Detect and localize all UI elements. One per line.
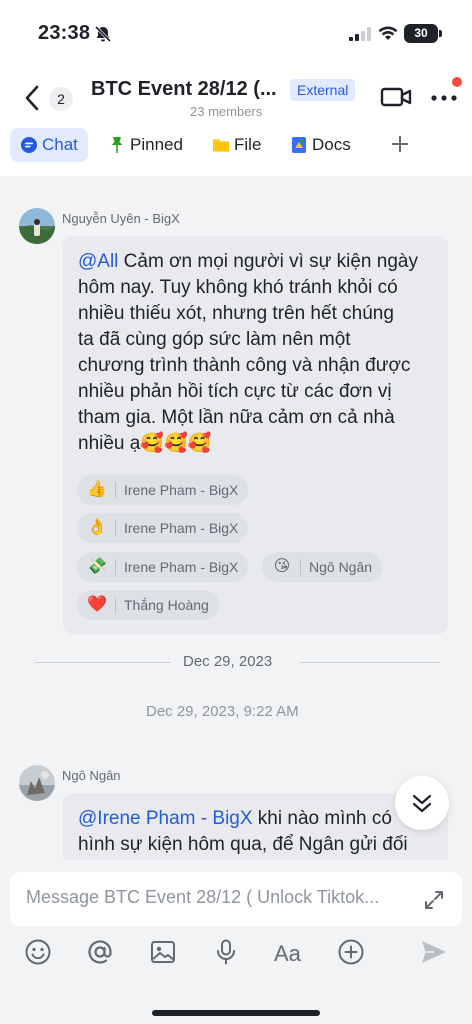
composer: Message BTC Event 28/12 ( Unlock Tiktok.…: [0, 860, 472, 1024]
avatar-photo-icon: [19, 208, 55, 244]
member-count[interactable]: 23 members: [190, 104, 262, 119]
more-options-icon[interactable]: [430, 88, 458, 108]
kiss-face-icon: 😘: [273, 558, 291, 575]
ok-hand-icon: 👌: [87, 519, 107, 536]
date-divider: Dec 29, 2023: [183, 653, 273, 670]
docs-icon: [292, 137, 306, 153]
scroll-to-bottom-button[interactable]: [395, 776, 449, 830]
avatar[interactable]: [19, 208, 55, 244]
tab-docs[interactable]: Docs: [290, 128, 351, 162]
tab-pinned[interactable]: Pinned: [108, 128, 183, 162]
expand-icon[interactable]: [422, 888, 446, 912]
message-line: hình sự kiện hôm qua, để Ngân gửi đối: [78, 834, 408, 855]
image-icon[interactable]: [149, 938, 177, 966]
message-text: @All Cảm ơn mọi người vì sự kiện ngày hô…: [78, 249, 440, 457]
battery-tip: [439, 30, 442, 37]
reaction-user: Thắng Hoàng: [124, 597, 209, 613]
message-line: nhiều phản hồi tích cực từ các đơn vị: [78, 381, 392, 402]
message-line: nhiều ạ🥰🥰🥰: [78, 433, 212, 454]
chat-title[interactable]: BTC Event 28/12 (...: [91, 78, 277, 101]
tab-file[interactable]: File: [212, 128, 261, 162]
status-bar: 23:38 30: [0, 0, 472, 64]
double-chevron-down-icon: [412, 794, 432, 813]
tab-docs-label: Docs: [312, 135, 351, 154]
reaction-chip[interactable]: 👌 Irene Pham - BigX: [77, 513, 249, 543]
date-divider-line: [300, 662, 440, 663]
svg-text:Aa: Aa: [274, 941, 302, 966]
chat-bubble-icon: [21, 137, 37, 153]
tab-chat-label: Chat: [42, 135, 78, 154]
message-line: nhiều thiếu xót, nhưng trên hết chúng: [78, 303, 394, 324]
message-timestamp: Dec 29, 2023, 9:22 AM: [146, 703, 299, 720]
battery-indicator: 30: [404, 24, 438, 43]
avatar-photo-icon: [19, 765, 55, 801]
reaction-user: Irene Pham - BigX: [124, 520, 239, 536]
tab-chat[interactable]: Chat: [10, 128, 88, 162]
video-call-icon[interactable]: [380, 85, 412, 109]
thumbs-up-icon: 👍: [87, 481, 107, 498]
message-line: khi nào mình có: [252, 808, 392, 829]
send-icon[interactable]: [420, 938, 448, 966]
reaction-user: Irene Pham - BigX: [124, 559, 239, 575]
notification-dot: [452, 77, 462, 87]
status-time: 23:38: [38, 22, 91, 44]
plus-icon[interactable]: [337, 938, 365, 966]
mention-all[interactable]: @All: [78, 251, 118, 272]
message-text: @Irene Pham - BigX khi nào mình có hình …: [78, 806, 440, 858]
reaction-chip[interactable]: 💸 Irene Pham - BigX: [77, 552, 249, 582]
sender-name: Ngô Ngân: [62, 768, 121, 783]
text-format-icon[interactable]: Aa: [274, 938, 306, 966]
back-chevron-icon[interactable]: [22, 84, 42, 112]
reaction-separator: [115, 520, 116, 536]
tab-pinned-label: Pinned: [130, 135, 183, 154]
tab-file-label: File: [234, 135, 262, 154]
chat-tabs: Chat Pinned File Docs: [0, 128, 472, 164]
reaction-user: Ngô Ngân: [309, 559, 373, 575]
wifi-icon: [378, 26, 398, 40]
message-line: tham gia. Một lần nữa cảm ơn cả nhà: [78, 407, 395, 428]
reaction-separator: [115, 559, 116, 575]
reaction-separator: [115, 597, 116, 613]
mic-icon[interactable]: [212, 938, 240, 966]
top-bar: 23:38 30 2 BTC Event 28/12 (... External…: [0, 0, 472, 176]
reaction-separator: [300, 559, 301, 575]
heart-icon: ❤️: [87, 596, 107, 613]
home-indicator: [152, 1010, 320, 1016]
message-input[interactable]: Message BTC Event 28/12 ( Unlock Tiktok.…: [10, 872, 462, 926]
reaction-user: Irene Pham - BigX: [124, 482, 239, 498]
message-line: chương trình thành công và nhận được: [78, 355, 411, 376]
reaction-chip[interactable]: ❤️ Thắng Hoàng: [77, 590, 219, 620]
message-line: Cảm ơn mọi người vì sự kiện ngày: [118, 251, 418, 272]
folder-icon: [213, 139, 229, 152]
date-divider-line: [35, 662, 171, 663]
reaction-chip[interactable]: 😘 Ngô Ngân: [262, 552, 383, 582]
unread-count-badge[interactable]: 2: [49, 87, 73, 111]
silent-bell-icon: [94, 25, 112, 43]
message-line: hôm nay. Tuy không khó tránh khỏi có: [78, 277, 398, 298]
message-input-placeholder: Message BTC Event 28/12 ( Unlock Tiktok.…: [26, 887, 380, 907]
sender-name: Nguyễn Uyên - BigX: [62, 211, 180, 226]
reaction-separator: [115, 482, 116, 498]
avatar[interactable]: [19, 765, 55, 801]
at-icon[interactable]: [86, 938, 114, 966]
pin-icon: [111, 137, 123, 153]
money-icon: 💸: [87, 558, 107, 575]
reaction-chip[interactable]: 👍 Irene Pham - BigX: [77, 475, 249, 505]
message-line: ta đã cùng góp sức làm nên một: [78, 329, 351, 350]
signal-icon: [349, 27, 371, 41]
emoji-icon[interactable]: [24, 938, 52, 966]
mention-user[interactable]: @Irene Pham - BigX: [78, 808, 253, 829]
add-tab-icon[interactable]: [389, 133, 411, 155]
external-badge: External: [290, 79, 356, 101]
